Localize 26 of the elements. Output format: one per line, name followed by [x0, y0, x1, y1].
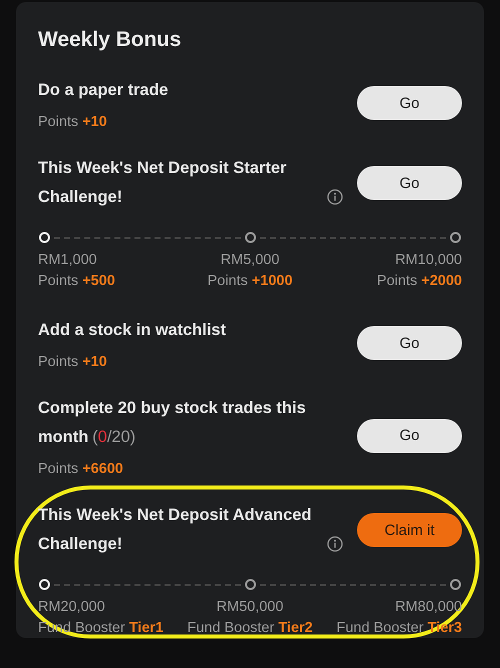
- action-button[interactable]: Go: [357, 86, 462, 120]
- points-text: Points +6600: [38, 461, 124, 477]
- card-title: Weekly Bonus: [38, 28, 182, 52]
- milestone-amount: RM5,000: [220, 251, 280, 270]
- milestone-amount: RM10,000: [394, 251, 462, 270]
- action-button[interactable]: Go: [357, 326, 462, 360]
- points-text: Points +10: [38, 114, 108, 130]
- action-button[interactable]: Claim it: [357, 513, 462, 547]
- milestone-amount: RM50,000: [216, 598, 284, 617]
- points-text: Points +10: [38, 354, 108, 370]
- task-title: Do a paper trade: [38, 80, 168, 101]
- task-title: This Week's Net Deposit Advanced Challenge!: [38, 505, 312, 555]
- task-title: Complete 20 buy stock trades this month (0/20): [38, 398, 307, 448]
- milestone-reward: Points +1000: [206, 272, 294, 291]
- milestone-reward: Points +500: [38, 272, 116, 291]
- milestone-reward: Fund Booster Tier2: [186, 619, 314, 638]
- task-title: Add a stock in watchlist: [38, 320, 226, 341]
- action-button[interactable]: Go: [357, 166, 462, 200]
- info-icon[interactable]: [327, 189, 343, 205]
- milestone-reward: Points +2000: [376, 272, 462, 291]
- action-button[interactable]: Go: [357, 418, 462, 452]
- task-title: This Week's Net Deposit Starter Challenge!: [38, 158, 288, 208]
- milestone-amount: RM20,000: [38, 598, 106, 617]
- info-icon[interactable]: [327, 536, 343, 552]
- milestone-amount: RM80,000: [394, 598, 462, 617]
- milestone-amount: RM1,000: [38, 251, 98, 270]
